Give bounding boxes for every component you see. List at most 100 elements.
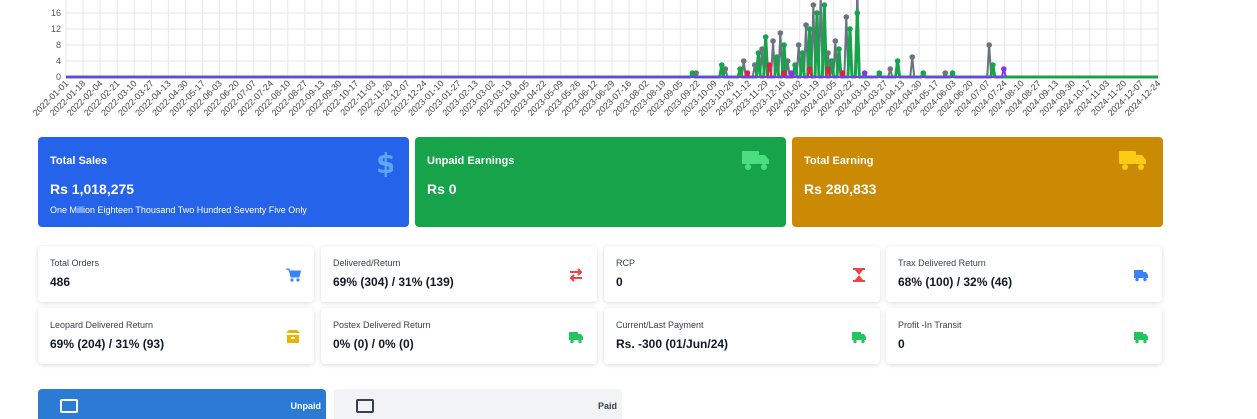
postex-label: Postex Delivered Return — [333, 320, 431, 330]
payment-card: Current/Last Payment Rs. -300 (01/Jun/24… — [604, 308, 880, 364]
data-point — [740, 58, 747, 64]
tab-unpaid[interactable]: Unpaid — [38, 389, 326, 419]
data-point — [781, 42, 787, 48]
data-point — [795, 42, 802, 48]
data-point — [990, 62, 996, 68]
payment-value: Rs. -300 (01/Jun/24) — [616, 337, 729, 351]
total-sales-amount: Rs 1,018,275 — [50, 181, 135, 197]
postex-card: Postex Delivered Return 0% (0) / 0% (0) — [321, 308, 597, 364]
total-orders-card: Total Orders 486 — [38, 246, 314, 302]
chart-svg: 0481216202022-01-012022-01-182022-02-042… — [31, 0, 1162, 118]
data-point — [744, 70, 751, 76]
leopard-card: Leopard Delivered Return 69% (204) / 31%… — [38, 308, 314, 364]
data-point — [839, 70, 846, 76]
total-earning-card: Total Earning Rs 280,833 — [792, 137, 1163, 227]
total-sales-title: Total Sales — [50, 155, 108, 167]
data-point — [828, 58, 835, 64]
data-point — [942, 70, 949, 76]
payment-label: Current/Last Payment — [616, 320, 704, 330]
y-tick-label: 20 — [51, 0, 61, 2]
profit-card: Profit -In Transit 0 — [886, 308, 1162, 364]
truck-icon — [1119, 149, 1147, 176]
truck-icon — [852, 332, 866, 344]
postex-value: 0% (0) / 0% (0) — [333, 337, 414, 351]
truck-icon — [742, 149, 770, 176]
total-sales-words: One Million Eighteen Thousand Two Hundre… — [50, 205, 307, 215]
data-point — [887, 66, 894, 72]
orders-line-chart: 0481216202022-01-012022-01-182022-02-042… — [0, 0, 1257, 135]
unpaid-earnings-card: Unpaid Earnings Rs 0 — [415, 137, 786, 227]
delivered-return-value: 69% (304) / 31% (139) — [333, 275, 454, 289]
truck-icon — [569, 332, 583, 344]
unpaid-earnings-title: Unpaid Earnings — [427, 155, 515, 167]
data-point — [854, 10, 861, 16]
profit-value: 0 — [898, 337, 905, 351]
rcp-card: RCP 0 — [604, 246, 880, 302]
rcp-value: 0 — [616, 275, 623, 289]
trax-card: Trax Delivered Return 68% (100) / 32% (4… — [886, 246, 1162, 302]
box-open-icon — [286, 330, 300, 343]
data-point — [770, 38, 776, 44]
data-point — [832, 38, 839, 44]
tab-paid-label: Paid — [597, 401, 617, 411]
total-orders-value: 486 — [50, 275, 71, 289]
delivered-return-card: Delivered/Return 69% (304) / 31% (139) — [321, 246, 597, 302]
trax-value: 68% (100) / 32% (46) — [898, 275, 1013, 289]
tab-unpaid-label: Unpaid — [290, 401, 322, 411]
data-point — [843, 14, 850, 20]
profit-label: Profit -In Transit — [898, 320, 962, 330]
data-point — [949, 70, 956, 76]
trax-label: Trax Delivered Return — [898, 258, 986, 268]
data-point — [894, 58, 901, 64]
wallet-icon — [60, 399, 78, 413]
fast-truck-icon — [1134, 270, 1148, 282]
data-point — [986, 42, 992, 48]
truck-icon — [1134, 332, 1148, 344]
data-point — [909, 54, 916, 60]
cart-icon — [286, 268, 301, 282]
data-point — [773, 54, 780, 60]
y-tick-label: 4 — [56, 56, 61, 66]
data-point — [755, 50, 762, 56]
hourglass-icon — [853, 268, 865, 282]
total-earning-title: Total Earning — [804, 155, 874, 167]
data-point — [766, 62, 773, 68]
data-point — [806, 26, 813, 32]
data-point — [825, 66, 831, 72]
data-point — [799, 50, 806, 56]
total-earning-amount: Rs 280,833 — [804, 181, 877, 197]
leopard-label: Leopard Delivered Return — [50, 320, 154, 330]
data-point — [861, 70, 868, 76]
rcp-label: RCP — [616, 258, 636, 268]
svg-text:$: $ — [376, 149, 393, 177]
data-point — [920, 70, 927, 76]
delivered-return-label: Delivered/Return — [333, 258, 401, 268]
data-point — [777, 30, 784, 36]
y-tick-label: 12 — [51, 24, 61, 34]
unpaid-earnings-amount: Rs 0 — [427, 181, 457, 197]
data-point — [737, 66, 743, 72]
data-point — [1001, 66, 1007, 72]
data-point — [806, 66, 813, 72]
data-point — [814, 10, 820, 16]
data-point — [762, 34, 769, 40]
leopard-value: 69% (204) / 31% (93) — [50, 337, 165, 351]
y-tick-label: 8 — [56, 40, 61, 50]
dollar-icon: $ — [375, 147, 395, 182]
data-point — [781, 70, 787, 76]
exchange-icon — [569, 268, 583, 282]
data-point — [718, 62, 725, 68]
total-orders-label: Total Orders — [50, 258, 100, 268]
data-point — [847, 26, 853, 32]
data-point — [821, 2, 828, 8]
data-point — [876, 70, 883, 76]
data-point — [810, 2, 817, 8]
wallet-icon — [356, 399, 374, 413]
data-point — [788, 70, 795, 76]
y-tick-label: 16 — [51, 8, 61, 18]
data-point — [792, 62, 798, 68]
total-sales-card: Total Sales Rs 1,018,275 One Million Eig… — [38, 137, 409, 227]
tab-paid[interactable]: Paid — [334, 389, 622, 419]
data-point — [836, 46, 842, 52]
data-point — [689, 70, 696, 76]
